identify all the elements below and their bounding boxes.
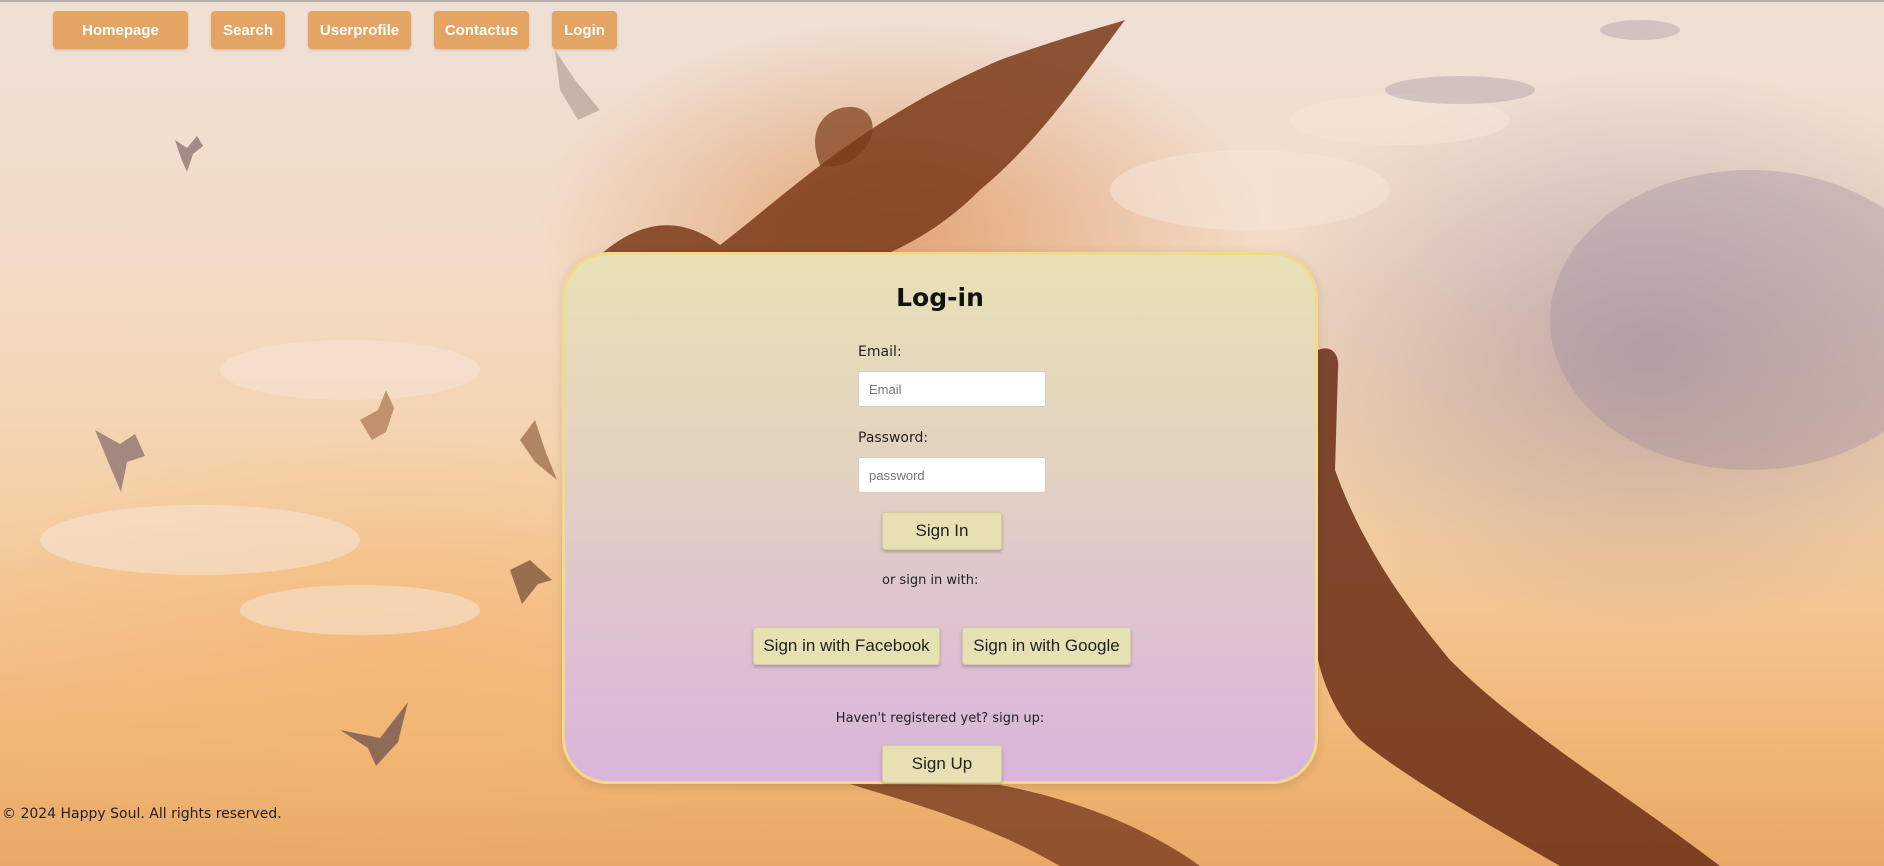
email-label: Email: [858,344,902,360]
nav-search-button[interactable]: Search [211,11,285,49]
nav-contactus-button[interactable]: Contactus [434,11,529,49]
google-sign-in-button[interactable]: Sign in with Google [962,627,1131,665]
email-field[interactable] [858,371,1046,407]
nav-userprofile-button[interactable]: Userprofile [308,11,411,49]
facebook-sign-in-button[interactable]: Sign in with Facebook [753,627,940,665]
small-birds [95,50,600,766]
dove-silhouette [600,20,1125,270]
sign-up-button[interactable]: Sign Up [882,745,1002,783]
top-border-line [0,0,1884,2]
password-field[interactable] [858,457,1046,493]
login-card: Log-in Email: Password: Sign In or sign … [562,252,1318,784]
dark-clouds [1385,20,1884,470]
nav-login-button[interactable]: Login [552,11,617,49]
footer-copyright: © 2024 Happy Soul. All rights reserved. [2,806,282,822]
nav-homepage-button[interactable]: Homepage [53,11,188,49]
login-title: Log-in [896,283,984,312]
top-navigation: Homepage Search Userprofile Contactus Lo… [53,11,640,49]
sign-in-button[interactable]: Sign In [882,512,1002,550]
or-sign-in-with-text: or sign in with: [882,573,979,588]
register-prompt-text: Haven't registered yet? sign up: [835,711,1045,726]
password-label: Password: [858,430,929,446]
